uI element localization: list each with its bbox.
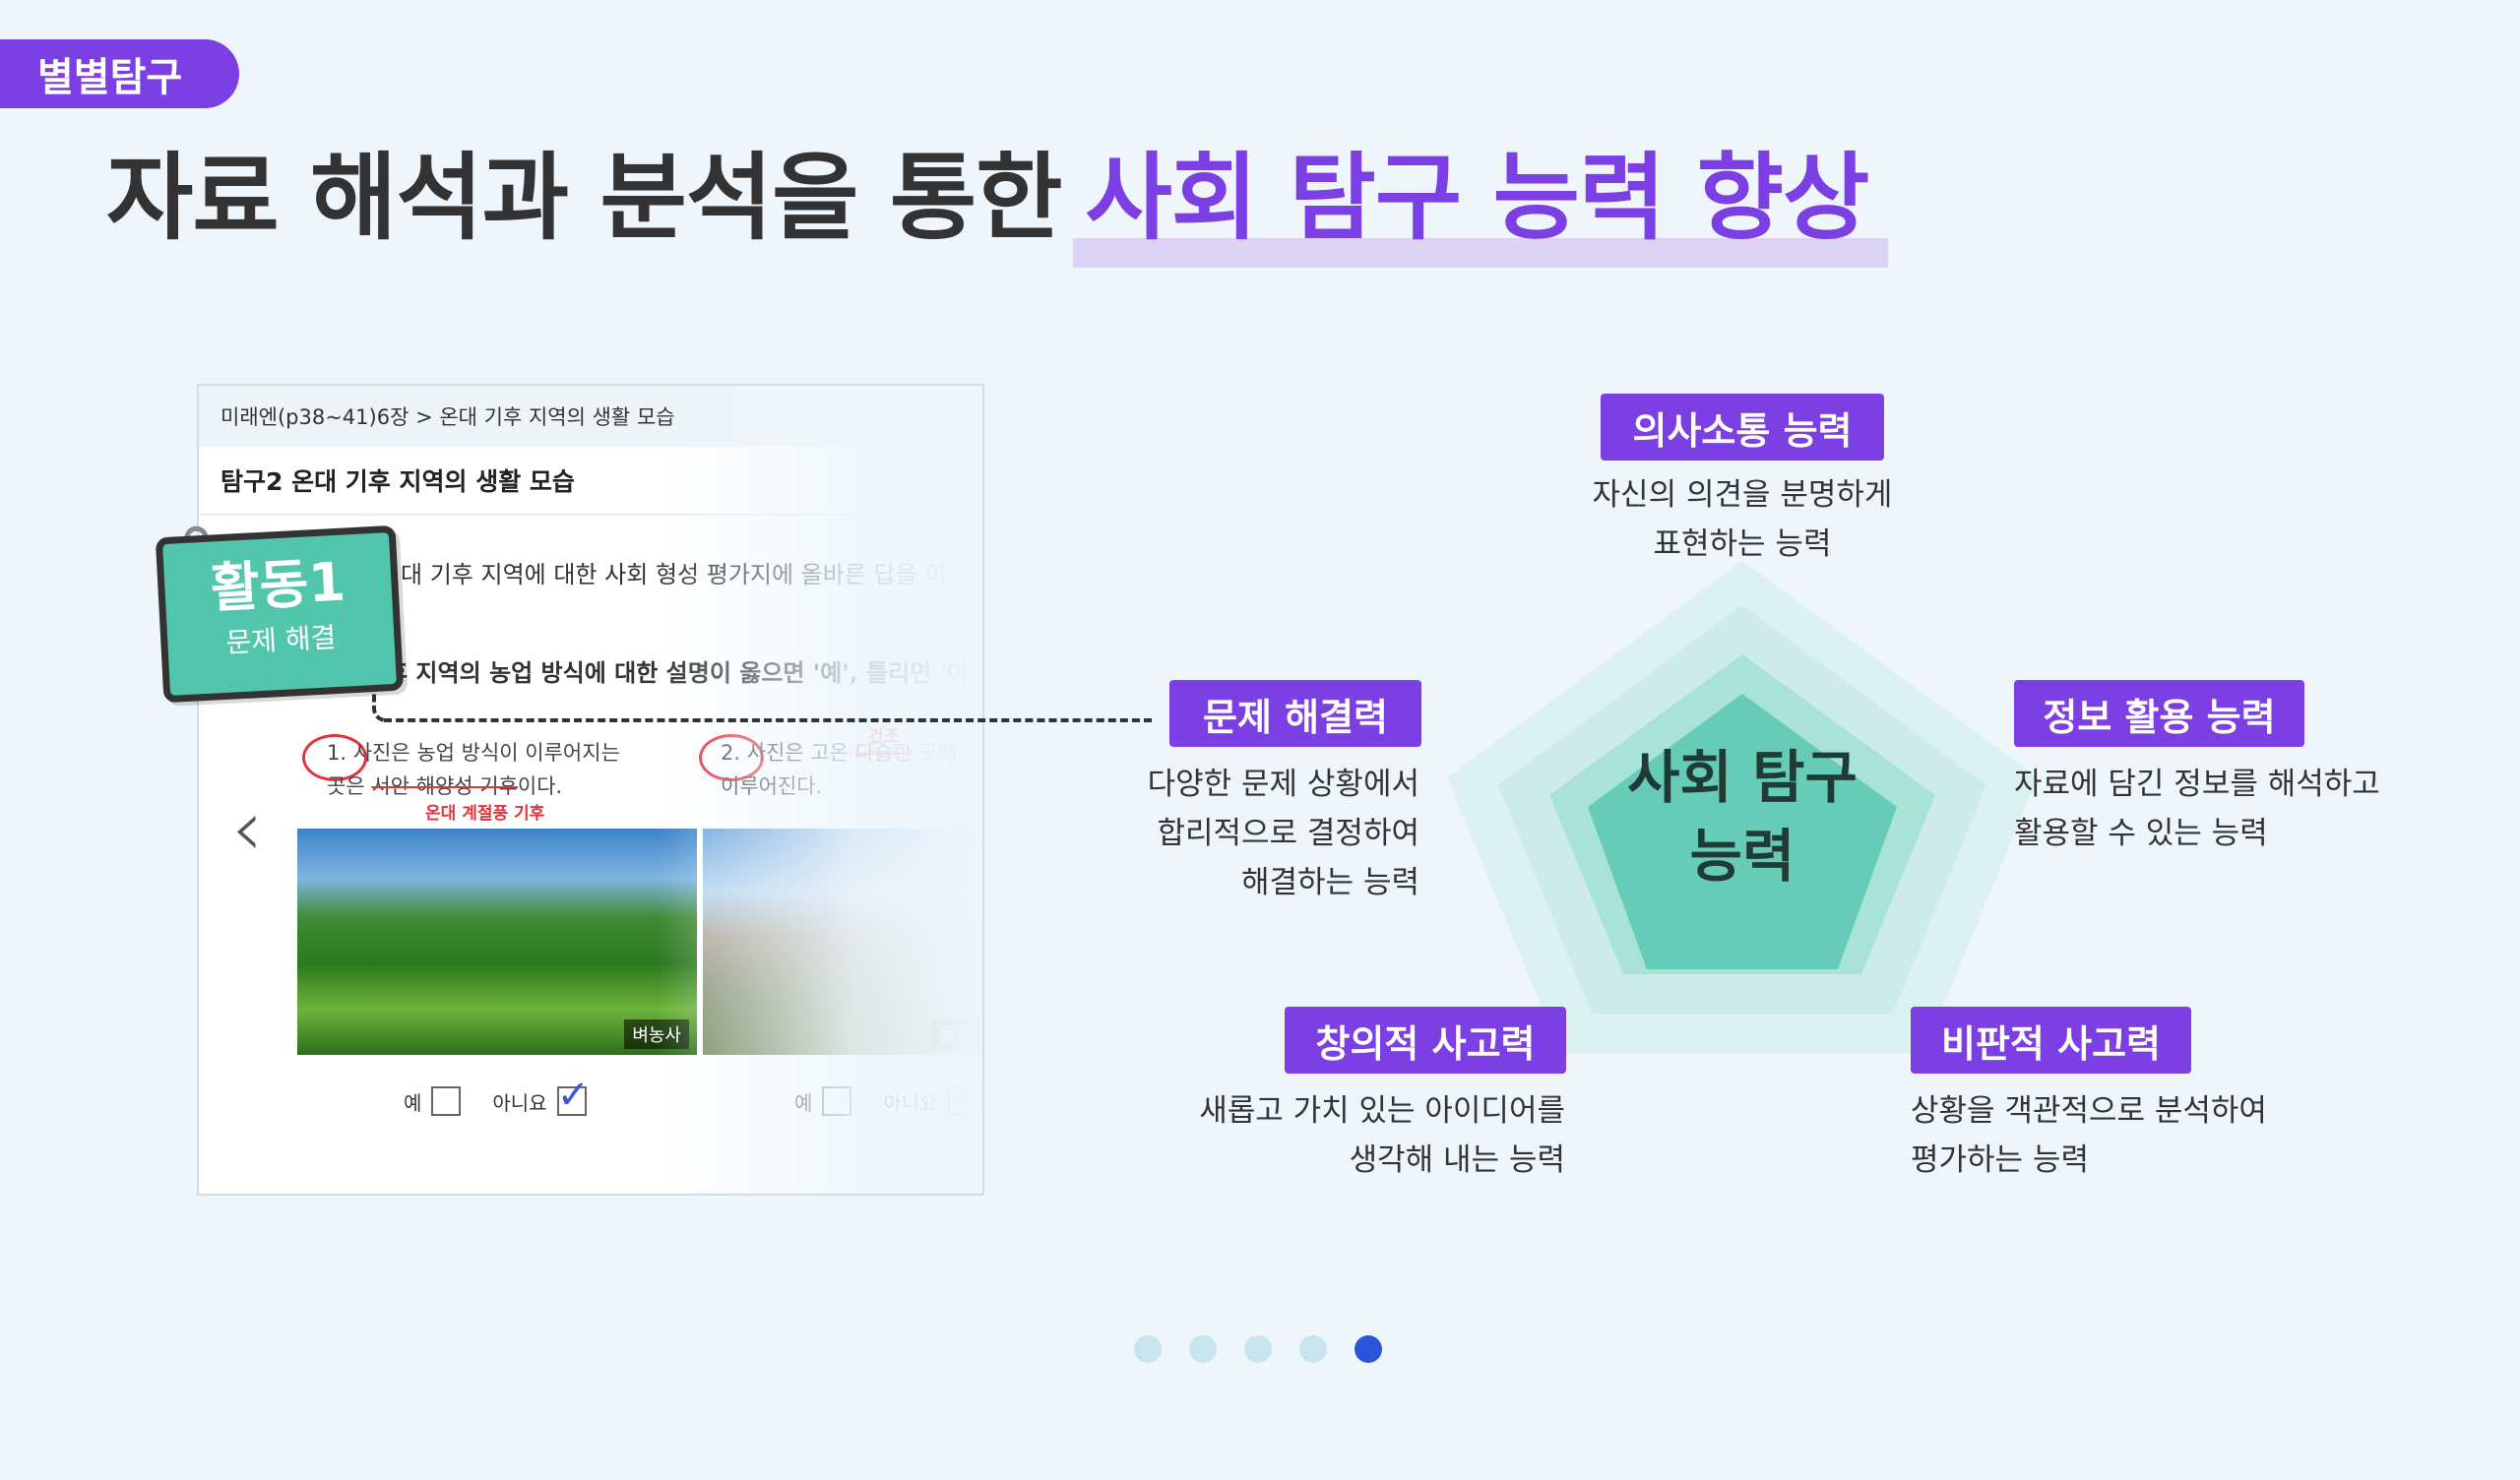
option-1-struck-text: 서안 해양성 기후 bbox=[371, 774, 518, 798]
option-1-correction: 온대 계절풍 기후 bbox=[425, 804, 545, 824]
page-dot-5[interactable] bbox=[1354, 1335, 1382, 1363]
pentagon-center-label: 사회 탐구 능력 bbox=[1624, 738, 1860, 895]
page-title: 자료 해석과 분석을 통한 사회 탐구 능력 향상 bbox=[106, 130, 1889, 268]
option-1-line2: 곳은 서안 해양성 기후이다. bbox=[327, 770, 620, 803]
page-title-highlight: 사회 탐구 능력 향상 bbox=[1073, 121, 1889, 268]
check-icon-2: ✓ bbox=[947, 1073, 981, 1118]
option-2-suffix: 곳에서 bbox=[912, 741, 976, 765]
breadcrumb-text: 미래엔(p38~41)6장 > 온대 기후 지역의 생활 모습 bbox=[220, 405, 675, 429]
skill-creative-desc: 새롭고 가치 있는 아이디어를 생각해 내는 능력 bbox=[1152, 1086, 1565, 1185]
answer-row-1: 예 아니요 ✓ bbox=[404, 1073, 590, 1118]
option-1-prefix: 곳은 bbox=[327, 774, 372, 798]
question-1: 대 기후 지역에 대한 사회 형성 평가지에 올바른 답을 이 bbox=[401, 561, 947, 588]
yes-label-2: 예 bbox=[794, 1090, 813, 1115]
skill-communication-desc: 자신의 의견을 분명하게 표현하는 능력 bbox=[1585, 470, 1900, 569]
skill-problem-solving-label: 문제 해결력 bbox=[1169, 680, 1421, 747]
divider bbox=[199, 514, 982, 516]
activity-subtitle: 문제 해결 bbox=[224, 621, 338, 659]
option-2: 2. 사진은 고온 다습한 곳에서 이루어진다. bbox=[721, 736, 976, 803]
yes-checkbox[interactable] bbox=[431, 1086, 462, 1116]
skill-communication-label: 의사소통 능력 bbox=[1601, 394, 1884, 461]
skill-info-desc-2: 활용할 수 있는 능력 bbox=[2014, 816, 2268, 851]
center-line-2: 능력 bbox=[1689, 823, 1796, 890]
skill-creative-desc-2: 생각해 내는 능력 bbox=[1349, 1142, 1565, 1178]
option-2-line2: 이루어진다. bbox=[721, 774, 823, 798]
skill-communication-desc-2: 표현하는 능력 bbox=[1653, 526, 1832, 562]
no-label: 아니요 bbox=[492, 1090, 547, 1115]
no-checkbox[interactable]: ✓ bbox=[556, 1073, 590, 1118]
skill-creative-desc-1: 새롭고 가치 있는 아이디어를 bbox=[1199, 1093, 1565, 1129]
option-1-suffix: 이다. bbox=[517, 774, 563, 798]
olive-field-photo: 올리 bbox=[703, 829, 982, 1055]
skill-problem-solving-desc-2: 합리적으로 결정하여 bbox=[1157, 816, 1419, 851]
rice-terrace-photo: 벼농사 bbox=[297, 829, 697, 1055]
skill-problem-solving-desc-3: 해결하는 능력 bbox=[1241, 865, 1419, 900]
yes-checkbox-2[interactable] bbox=[822, 1086, 852, 1116]
skill-problem-solving-desc: 다양한 문제 상황에서 합리적으로 결정하여 해결하는 능력 bbox=[1083, 760, 1419, 907]
skill-problem-solving-desc-1: 다양한 문제 상황에서 bbox=[1147, 767, 1419, 802]
skill-info-desc-1: 자료에 담긴 정보를 해석하고 bbox=[2014, 767, 2380, 802]
page-title-prefix: 자료 해석과 분석을 통한 bbox=[106, 142, 1062, 253]
section-badge: 별별탐구 bbox=[0, 39, 239, 108]
option-2-struck-text: 다습한 bbox=[854, 741, 913, 765]
no-label-2: 아니요 bbox=[883, 1090, 938, 1115]
option-2-line1: 2. 사진은 고온 다습한 곳에서 bbox=[721, 736, 976, 770]
chevron-left-icon[interactable]: ‹ bbox=[231, 782, 263, 874]
skill-communication-desc-1: 자신의 의견을 분명하게 bbox=[1592, 477, 1893, 513]
option-1-line1: 1. 사진은 농업 방식이 이루어지는 bbox=[327, 741, 620, 765]
center-line-1: 사회 탐구 bbox=[1627, 744, 1858, 811]
skill-info-label: 정보 활용 능력 bbox=[2014, 680, 2304, 747]
textbook-document-card: 미래엔(p38~41)6장 > 온대 기후 지역의 생활 모습 탐구2 온대 기… bbox=[197, 384, 984, 1196]
document-title: 탐구2 온대 기후 지역의 생활 모습 bbox=[220, 467, 575, 496]
answer-row-2: 예 아니요 ✓ bbox=[794, 1073, 980, 1118]
skill-critical-desc-1: 상황을 객관적으로 분석하여 bbox=[1911, 1093, 2267, 1129]
skill-critical-label: 비판적 사고력 bbox=[1911, 1007, 2191, 1074]
photo-2-label: 올리 bbox=[931, 1019, 980, 1049]
breadcrumb: 미래엔(p38~41)6장 > 온대 기후 지역의 생활 모습 bbox=[199, 386, 982, 447]
skill-critical-desc: 상황을 객관적으로 분석하여 평가하는 능력 bbox=[1911, 1086, 2267, 1185]
page-dot-1[interactable] bbox=[1134, 1335, 1162, 1363]
option-1: 1. 사진은 농업 방식이 이루어지는 곳은 서안 해양성 기후이다. bbox=[327, 736, 620, 803]
activity-card: 활동1 문제 해결 bbox=[155, 524, 405, 704]
skill-creative-label: 창의적 사고력 bbox=[1285, 1007, 1566, 1074]
skill-info-desc: 자료에 담긴 정보를 해석하고 활용할 수 있는 능력 bbox=[2014, 760, 2380, 858]
yes-label: 예 bbox=[404, 1090, 422, 1115]
page-dot-2[interactable] bbox=[1189, 1335, 1217, 1363]
check-icon: ✓ bbox=[556, 1073, 591, 1118]
pagination-dots bbox=[1134, 1335, 1382, 1363]
page-dot-4[interactable] bbox=[1299, 1335, 1327, 1363]
activity-title: 활동1 bbox=[209, 550, 347, 620]
photo-1-label: 벼농사 bbox=[624, 1019, 689, 1049]
option-2-prefix: 2. 사진은 고온 bbox=[721, 741, 855, 765]
page-dot-3[interactable] bbox=[1244, 1335, 1272, 1363]
skill-critical-desc-2: 평가하는 능력 bbox=[1911, 1142, 2089, 1178]
connector-line bbox=[384, 718, 1152, 722]
no-checkbox-2[interactable]: ✓ bbox=[947, 1073, 980, 1118]
section-badge-label: 별별탐구 bbox=[37, 55, 183, 100]
question-2: 후 지역의 농업 방식에 대한 설명이 옳으면 '예', 틀리면 '아니 bbox=[386, 659, 984, 687]
